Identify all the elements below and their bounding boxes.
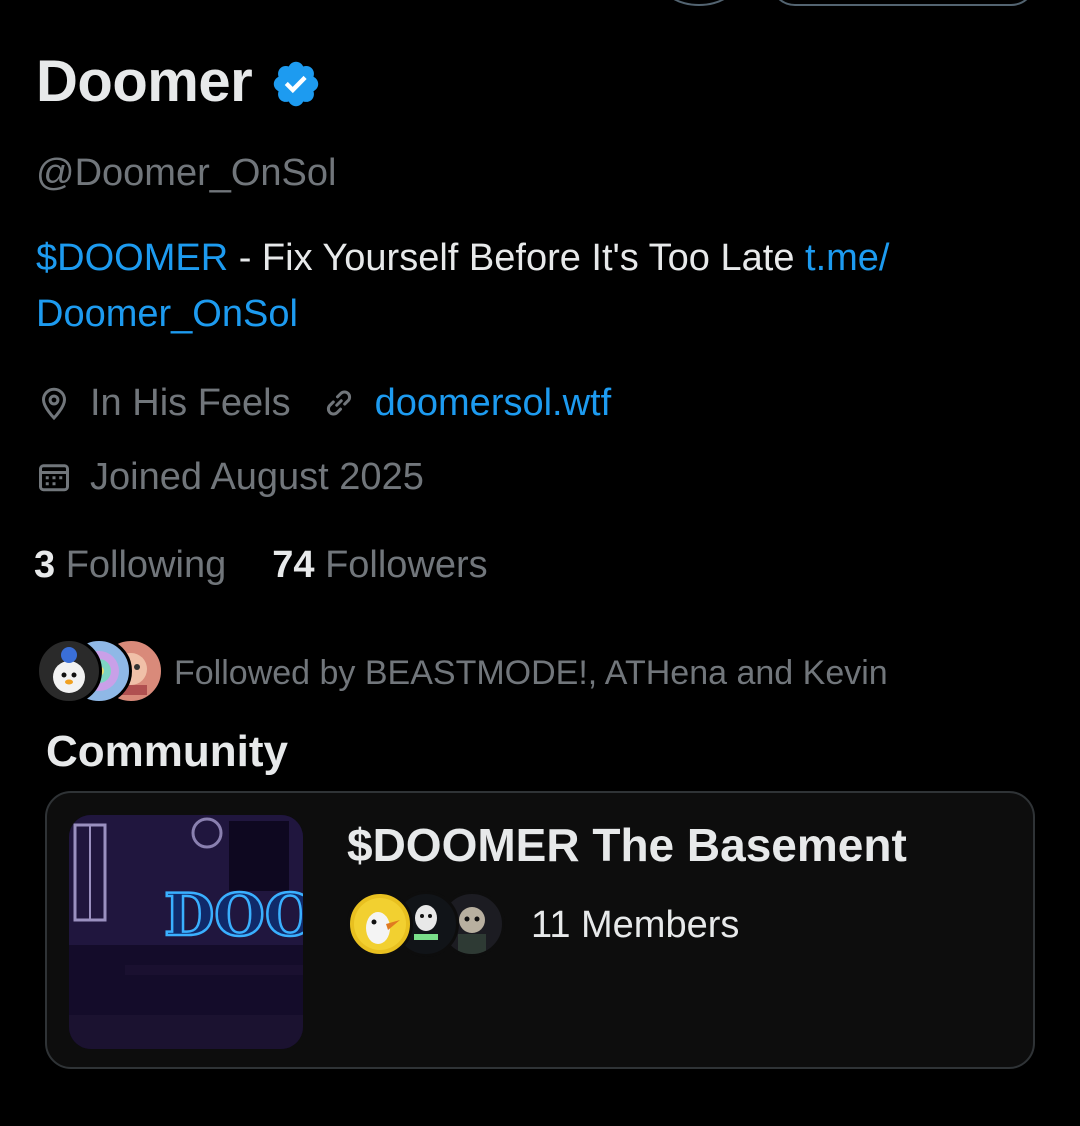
display-name: Doomer [36, 49, 253, 114]
following-label: Following [65, 544, 227, 586]
follow-stats: 3 Following 74 Followers [34, 540, 488, 590]
followed-by-avatars [36, 638, 164, 708]
community-heading: Community [46, 727, 288, 776]
profile-action-buttons [0, 0, 1080, 8]
bio-ticker-link[interactable]: $DOOMER [36, 237, 228, 279]
website-link[interactable]: doomersol.wtf [375, 378, 612, 428]
profile-bio: $DOOMER - Fix Yourself Before It's Too L… [36, 230, 1036, 342]
joined-row: Joined August 2025 [36, 452, 424, 502]
followed-by-row[interactable]: Followed by BEASTMODE!, ATHena and Kevin [36, 638, 888, 708]
following-stat[interactable]: 3 Following [34, 540, 226, 590]
community-thumbnail: DOO [69, 815, 303, 1049]
verified-badge-icon[interactable] [270, 58, 322, 110]
calendar-icon [39, 464, 69, 492]
location-text: In His Feels [90, 382, 291, 424]
following-count: 3 [34, 544, 56, 586]
followers-count: 74 [272, 544, 315, 586]
followed-by-text: Followed by BEASTMODE!, ATHena and Kevin [174, 654, 888, 692]
community-members-row[interactable]: 11 Members [347, 891, 739, 959]
location-item: In His Feels [36, 378, 291, 428]
profile-meta-row: In His Feels doomersol.wtf [36, 378, 641, 428]
more-options-button[interactable] [660, 0, 738, 6]
link-icon [326, 390, 351, 416]
bio-telegram-link-part1[interactable]: t.me/ [805, 237, 889, 279]
followers-label: Followers [325, 544, 488, 586]
community-members-count: 11 Members [531, 904, 740, 946]
joined-text: Joined August 2025 [90, 456, 424, 498]
member-avatars [347, 891, 509, 959]
followers-stat[interactable]: 74 Followers [272, 540, 487, 590]
community-thumb-text: DOO [164, 881, 303, 949]
bio-telegram-link-part2[interactable]: Doomer_OnSol [36, 293, 298, 335]
member-avatar-1 [347, 891, 413, 957]
follower-avatar-1 [36, 638, 102, 704]
profile-handle: @Doomer_OnSol [36, 152, 337, 194]
follow-button[interactable] [770, 0, 1036, 6]
location-pin-icon [41, 387, 67, 421]
community-card[interactable]: DOO $DOOMER The Basement 11 Members [45, 791, 1035, 1069]
profile-name-row: Doomer [36, 44, 322, 120]
website-item: doomersol.wtf [321, 378, 612, 428]
community-title[interactable]: $DOOMER The Basement [347, 815, 907, 875]
bio-text: - Fix Yourself Before It's Too Late [228, 237, 806, 279]
